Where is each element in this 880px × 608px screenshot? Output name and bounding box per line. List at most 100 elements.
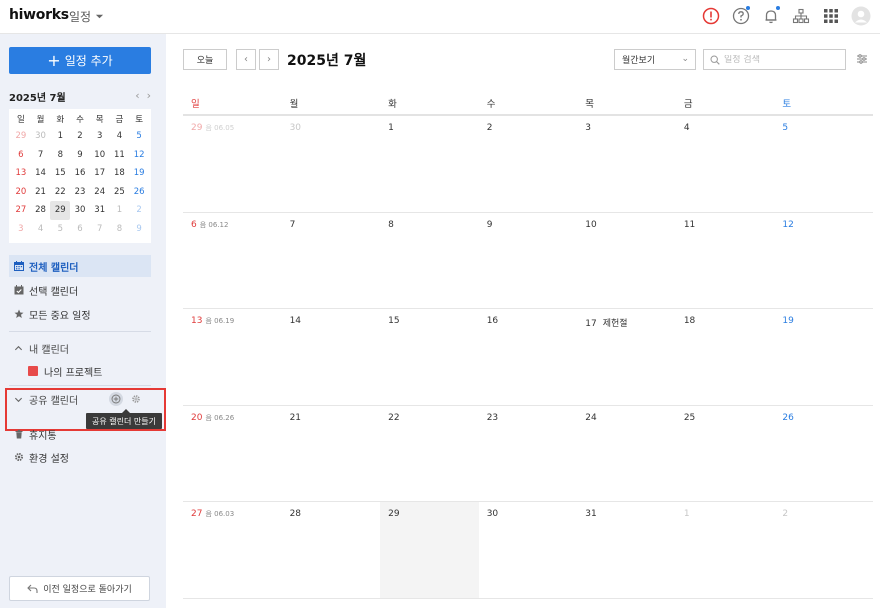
mini-calendar-day[interactable]: 20 <box>11 183 31 202</box>
back-to-previous-calendar-button[interactable]: 이전 일정으로 돌아가기 <box>9 576 150 601</box>
org-chart-icon[interactable] <box>790 5 812 27</box>
mini-calendar-day[interactable]: 2 <box>70 127 90 146</box>
mini-calendar-day[interactable]: 21 <box>31 183 51 202</box>
mini-calendar-day[interactable]: 16 <box>70 164 90 183</box>
day-cell[interactable]: 8 <box>380 213 479 309</box>
mini-calendar-day[interactable]: 26 <box>129 183 149 202</box>
mini-calendar-day[interactable]: 4 <box>110 127 130 146</box>
day-cell[interactable]: 25 <box>676 406 775 502</box>
mini-calendar-day[interactable]: 3 <box>90 127 110 146</box>
day-cell[interactable]: 10 <box>577 213 676 309</box>
my-calendars-header[interactable]: 내 캘린더 <box>9 338 151 358</box>
mini-calendar-day[interactable]: 27 <box>11 201 31 220</box>
mini-calendar-day[interactable]: 15 <box>50 164 70 183</box>
day-cell[interactable]: 31 <box>577 502 676 598</box>
mini-calendar-day[interactable]: 6 <box>70 220 90 239</box>
day-cell[interactable]: 1 <box>380 116 479 212</box>
calendar-item-my-project[interactable]: 나의 프로젝트 <box>28 362 102 380</box>
day-cell[interactable]: 29 <box>380 502 479 598</box>
search-input[interactable] <box>724 54 834 65</box>
today-button[interactable]: 오늘 <box>183 49 227 70</box>
day-cell[interactable]: 6음 06.12 <box>183 213 282 309</box>
mini-calendar-day[interactable]: 9 <box>129 220 149 239</box>
view-mode-select[interactable]: 월간보기 ⌄ <box>614 49 696 70</box>
day-cell[interactable]: 11 <box>676 213 775 309</box>
day-cell[interactable]: 7 <box>282 213 381 309</box>
day-cell[interactable]: 29 음 06.05 <box>183 116 282 212</box>
chevron-right-icon[interactable]: › <box>147 89 151 102</box>
sidebar-item-selected-calendars[interactable]: 선택 캘린더 <box>9 279 151 301</box>
day-cell[interactable]: 28 <box>282 502 381 598</box>
mini-calendar-day[interactable]: 7 <box>31 146 51 165</box>
apps-grid-icon[interactable] <box>820 5 842 27</box>
day-cell[interactable]: 17 제헌절 <box>577 309 676 405</box>
day-cell[interactable]: 19 <box>774 309 873 405</box>
day-cell[interactable]: 27 음 06.03 <box>183 502 282 598</box>
day-cell[interactable]: 18 <box>676 309 775 405</box>
mini-calendar-day[interactable]: 11 <box>110 146 130 165</box>
day-cell[interactable]: 20 음 06.26 <box>183 406 282 502</box>
next-month-button[interactable]: › <box>259 49 279 70</box>
day-cell[interactable]: 22 <box>380 406 479 502</box>
mini-calendar-day[interactable]: 14 <box>31 164 51 183</box>
mini-calendar-day[interactable]: 2 <box>129 201 149 220</box>
mini-calendar-day[interactable]: 1 <box>50 127 70 146</box>
app-menu[interactable]: 일정 <box>69 8 104 25</box>
mini-calendar-day[interactable]: 10 <box>90 146 110 165</box>
day-cell[interactable]: 3 <box>577 116 676 212</box>
day-cell[interactable]: 23 <box>479 406 578 502</box>
mini-calendar-day[interactable]: 4 <box>31 220 51 239</box>
day-cell[interactable]: 21 <box>282 406 381 502</box>
mini-calendar-day[interactable]: 30 <box>31 127 51 146</box>
day-cell[interactable]: 26 <box>774 406 873 502</box>
avatar[interactable] <box>850 5 872 27</box>
day-cell[interactable]: 4 <box>676 116 775 212</box>
day-cell[interactable]: 24 <box>577 406 676 502</box>
day-cell[interactable]: 12 <box>774 213 873 309</box>
help-icon[interactable] <box>730 5 752 27</box>
mini-calendar-day[interactable]: 25 <box>110 183 130 202</box>
day-cell[interactable]: 9 <box>479 213 578 309</box>
bell-icon[interactable] <box>760 5 782 27</box>
day-cell[interactable]: 15 <box>380 309 479 405</box>
sidebar-item-important[interactable]: 모든 중요 일정 <box>9 303 151 325</box>
day-cell[interactable]: 16 <box>479 309 578 405</box>
prev-month-button[interactable]: ‹ <box>236 49 256 70</box>
mini-calendar-day[interactable]: 9 <box>70 146 90 165</box>
mini-calendar-day[interactable]: 1 <box>110 201 130 220</box>
mini-calendar-day[interactable]: 8 <box>50 146 70 165</box>
sidebar-item-settings[interactable]: 환경 설정 <box>9 446 151 468</box>
mini-calendar-day[interactable]: 8 <box>110 220 130 239</box>
chevron-left-icon[interactable]: ‹ <box>135 89 139 102</box>
add-event-button[interactable]: + 일정 추가 <box>9 47 151 74</box>
hiworks-logo[interactable]: hiworks <box>9 7 69 23</box>
mini-calendar-day[interactable]: 5 <box>50 220 70 239</box>
day-cell[interactable]: 13 음 06.19 <box>183 309 282 405</box>
day-cell[interactable]: 5 <box>774 116 873 212</box>
mini-calendar-day[interactable]: 18 <box>110 164 130 183</box>
day-cell[interactable]: 2 <box>479 116 578 212</box>
day-cell[interactable]: 1 <box>676 502 775 598</box>
filter-settings-icon[interactable] <box>856 53 868 68</box>
alert-icon[interactable] <box>700 5 722 27</box>
mini-calendar-day[interactable]: 6 <box>11 146 31 165</box>
day-cell[interactable]: 2 <box>774 502 873 598</box>
mini-calendar-day[interactable]: 12 <box>129 146 149 165</box>
day-cell[interactable]: 30 <box>282 116 381 212</box>
mini-calendar-day[interactable]: 7 <box>90 220 110 239</box>
sidebar-item-all-calendars[interactable]: 전체 캘린더 <box>9 255 151 277</box>
mini-calendar-day[interactable]: 23 <box>70 183 90 202</box>
mini-calendar-day[interactable]: 24 <box>90 183 110 202</box>
mini-calendar-day[interactable]: 3 <box>11 220 31 239</box>
day-cell[interactable]: 30 <box>479 502 578 598</box>
day-cell[interactable]: 14 <box>282 309 381 405</box>
mini-calendar-day[interactable]: 5 <box>129 127 149 146</box>
mini-calendar-day[interactable]: 17 <box>90 164 110 183</box>
mini-calendar-day[interactable]: 29 <box>11 127 31 146</box>
mini-calendar-day[interactable]: 28 <box>31 201 51 220</box>
mini-calendar-day[interactable]: 22 <box>50 183 70 202</box>
mini-calendar-day[interactable]: 30 <box>70 201 90 220</box>
mini-calendar-day[interactable]: 31 <box>90 201 110 220</box>
mini-calendar-day[interactable]: 29 <box>50 201 71 220</box>
mini-calendar-day[interactable]: 19 <box>129 164 149 183</box>
